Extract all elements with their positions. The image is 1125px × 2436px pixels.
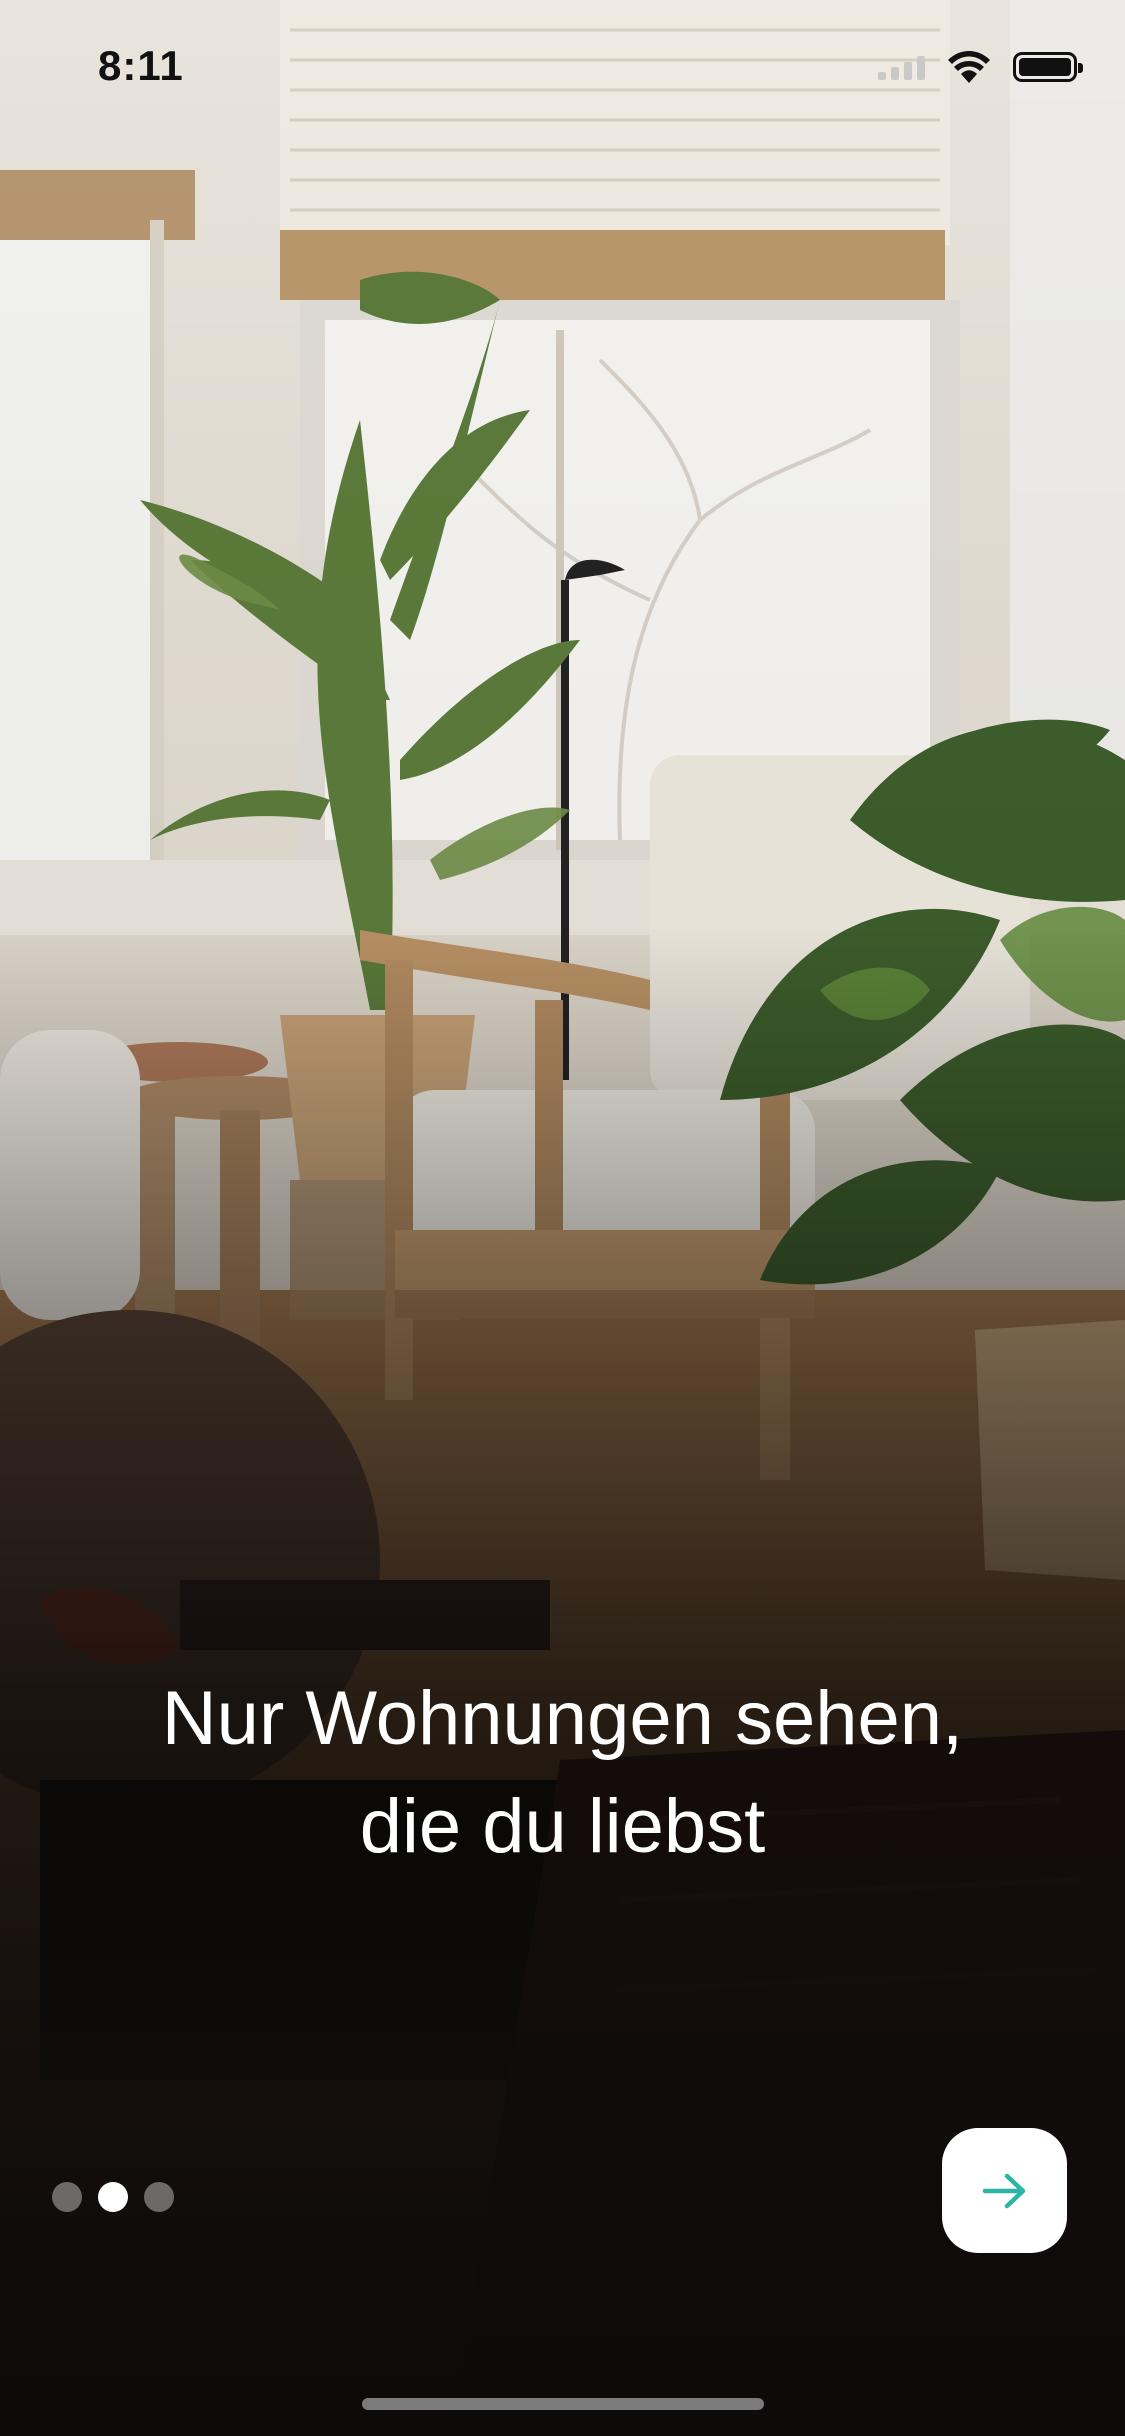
home-indicator[interactable] bbox=[362, 2398, 764, 2410]
onboarding-headline: Nur Wohnungen sehen, die du liebst bbox=[0, 1665, 1125, 1881]
arrow-right-icon bbox=[982, 2173, 1025, 2208]
headline-line-2: die du liebst bbox=[359, 1784, 766, 1869]
onboarding-screen: 8:11 Nur Wohnungen sehen, die du liebst bbox=[0, 0, 1125, 2436]
status-bar: 8:11 bbox=[0, 0, 1125, 140]
status-icons bbox=[878, 50, 1083, 84]
battery-icon bbox=[1013, 52, 1083, 82]
wifi-icon bbox=[948, 51, 990, 83]
page-dot-1[interactable] bbox=[52, 2182, 82, 2212]
background-photo-living-room bbox=[0, 0, 1125, 2436]
page-dot-2-active[interactable] bbox=[98, 2182, 128, 2212]
page-indicator bbox=[52, 2182, 174, 2212]
page-dot-3[interactable] bbox=[144, 2182, 174, 2212]
status-time: 8:11 bbox=[98, 42, 184, 89]
headline-line-1: Nur Wohnungen sehen, bbox=[161, 1676, 964, 1761]
next-button[interactable] bbox=[942, 2128, 1067, 2253]
signal-icon bbox=[878, 54, 925, 80]
